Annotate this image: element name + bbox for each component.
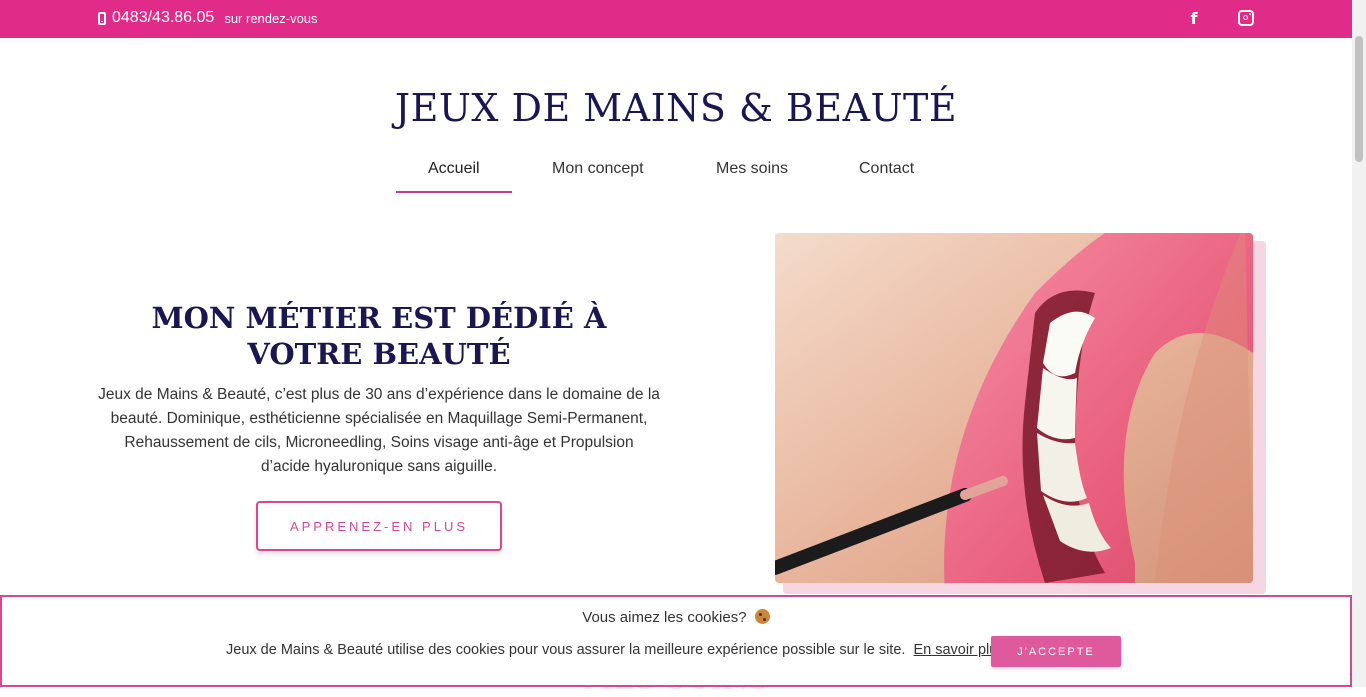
hero-title: MON MÉTIER EST DÉDIÉ À VOTRE BEAUTÉ <box>151 301 607 371</box>
nav-item-accueil[interactable]: Accueil <box>428 160 480 178</box>
cookie-title: Vous aimez les cookies? <box>2 609 1350 626</box>
nav-item-contact[interactable]: Contact <box>859 160 914 178</box>
phone-number: 0483/43.86.05 <box>112 9 215 26</box>
cookie-title-text: Vous aimez les cookies? <box>582 609 747 626</box>
cookie-message-text: Jeux de Mains & Beauté utilise des cooki… <box>226 642 906 658</box>
phone-contact[interactable]: 0483/43.86.05 sur rendez-vous <box>98 9 318 27</box>
nav-active-indicator <box>396 191 512 193</box>
main-nav: Accueil Mon concept Mes soins Contact <box>0 160 1352 193</box>
cookie-message: Jeux de Mains & Beauté utilise des cooki… <box>226 642 1005 658</box>
cookie-accept-button[interactable]: J'ACCEPTE <box>991 636 1121 667</box>
site-title[interactable]: JEUX DE MAINS & BEAUTÉ <box>0 86 1352 130</box>
top-bar: 0483/43.86.05 sur rendez-vous f <box>0 0 1352 38</box>
scrollbar-thumb[interactable] <box>1355 36 1363 162</box>
hero-image-lips <box>775 233 1253 583</box>
nav-item-mon-concept[interactable]: Mon concept <box>552 160 644 178</box>
phone-note: sur rendez-vous <box>224 10 318 26</box>
cookie-icon <box>754 609 770 624</box>
hero-text: Jeux de Mains & Beauté, c’est plus de 30… <box>98 386 660 475</box>
facebook-icon[interactable]: f <box>1184 8 1204 28</box>
mobile-phone-icon <box>98 11 106 25</box>
cookie-banner: Vous aimez les cookies? Jeux de Mains & … <box>0 595 1352 687</box>
instagram-icon[interactable] <box>1236 8 1256 28</box>
nav-item-mes-soins[interactable]: Mes soins <box>716 160 788 178</box>
learn-more-button[interactable]: APPRENEZ-EN PLUS <box>256 501 502 551</box>
scrollbar[interactable] <box>1352 0 1366 687</box>
